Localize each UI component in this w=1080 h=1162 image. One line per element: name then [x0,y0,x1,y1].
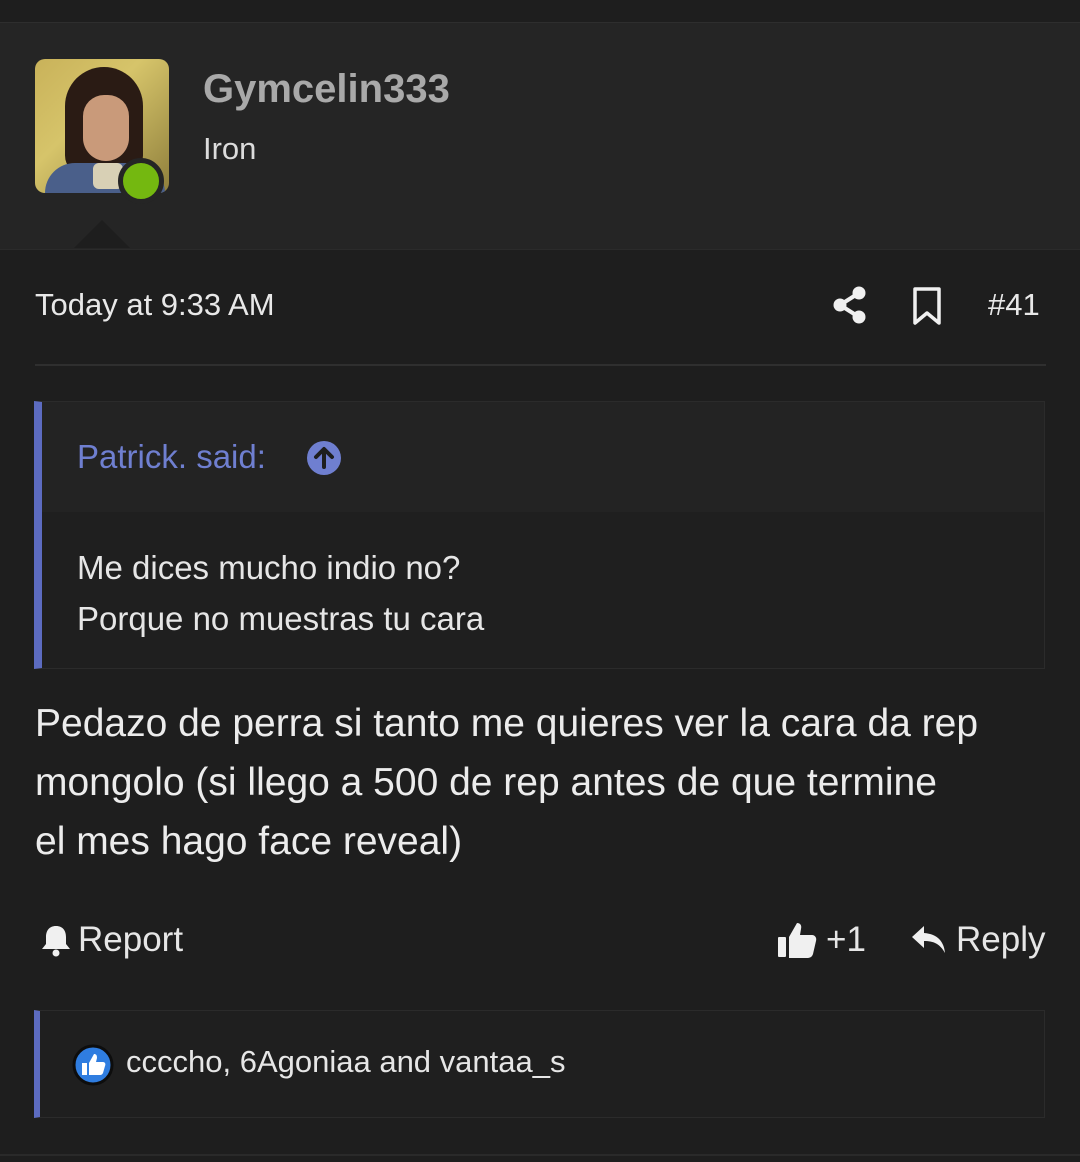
arrow-up-circle-icon[interactable] [306,440,342,476]
report-button[interactable]: Report [40,918,183,962]
message-line: Pedazo de perra si tanto me quieres ver … [35,702,979,745]
online-status-indicator [118,158,164,204]
user-title: Iron [203,131,257,166]
quote-line: Porque no muestras tu cara [77,600,485,637]
quote-content: Me dices mucho indio no? Porque no muest… [77,542,484,644]
divider [0,1154,1080,1156]
reply-label: Reply [956,920,1046,959]
user-header: Gymcelin333 Iron [0,22,1080,250]
post-number-link[interactable]: #41 [988,287,1040,323]
username-link[interactable]: Gymcelin333 [203,67,450,112]
like-count: +1 [826,920,866,959]
message-line: mongolo (si llego a 500 de rep antes de … [35,761,937,804]
reaction-users-link[interactable]: ccccho, 6Agoniaa and vantaa_s [126,1044,565,1080]
quote-author-link[interactable]: Patrick. said: [77,438,266,476]
header-pointer [74,220,130,248]
message-line: el mes hago face reveal) [35,820,463,863]
bookmark-icon[interactable] [910,286,944,326]
reply-button[interactable]: Reply [910,918,1045,962]
share-icon[interactable] [832,285,868,325]
thumbs-up-icon [778,923,817,958]
post-container: Gymcelin333 Iron Today at 9:33 AM #41 Pa… [0,0,1080,1162]
like-button[interactable]: +1 [776,918,866,962]
reactions-bar: ccccho, 6Agoniaa and vantaa_s [34,1010,1045,1118]
divider [35,364,1046,366]
report-label: Report [78,920,184,959]
quote-line: Me dices mucho indio no? [77,549,461,586]
like-reaction-icon [72,1044,114,1086]
reply-arrow-icon [912,926,945,953]
message-body: Pedazo de perra si tanto me quieres ver … [35,694,1055,871]
quote-header: Patrick. said: [42,402,1044,512]
quote-block: Patrick. said: Me dices mucho indio no? … [34,401,1045,669]
bell-icon [42,926,70,957]
post-date[interactable]: Today at 9:33 AM [35,287,275,323]
